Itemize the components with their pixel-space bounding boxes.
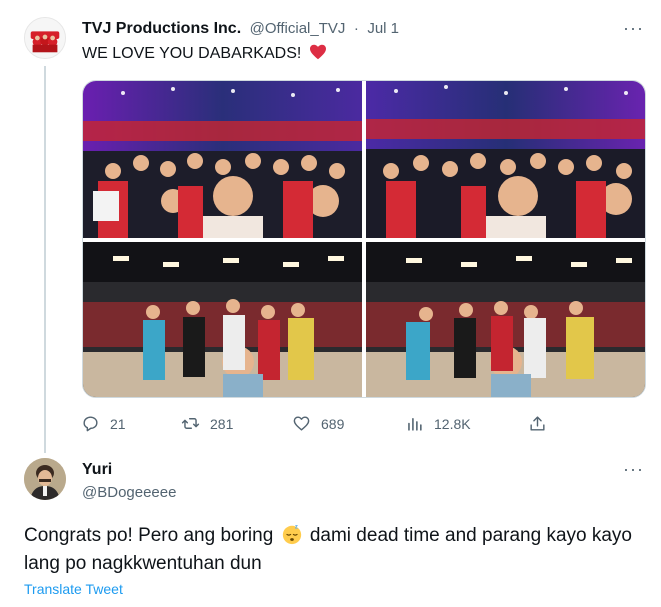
share-icon <box>530 416 545 431</box>
portrait-icon <box>24 458 66 500</box>
author-name[interactable]: TVJ Productions Inc. <box>82 20 241 37</box>
photo-2-image <box>366 81 645 238</box>
views-count: 12.8K <box>434 415 471 432</box>
reply-text: Congrats po! Pero ang boring z dami dead… <box>24 522 644 578</box>
tvj-logo-icon <box>25 18 65 58</box>
tvj-avatar[interactable] <box>24 17 66 59</box>
yuri-avatar[interactable] <box>24 458 66 500</box>
reply-text-start: Congrats po! Pero ang boring <box>24 525 274 546</box>
photo-3-image <box>83 242 362 397</box>
reply-count: 21 <box>110 415 126 432</box>
reply-author-name[interactable]: Yuri <box>82 461 112 479</box>
reply-button[interactable]: 21 <box>81 414 126 433</box>
tweet-header: TVJ Productions Inc. @Official_TVJ · Jul… <box>82 20 399 38</box>
retweet-icon <box>181 418 200 429</box>
share-button[interactable] <box>528 414 557 433</box>
separator: · <box>353 20 359 37</box>
author-handle[interactable]: @Official_TVJ <box>250 20 346 37</box>
like-count: 689 <box>321 415 345 432</box>
more-options-icon[interactable]: ··· <box>623 18 644 39</box>
studio-selfie-photo-4[interactable] <box>366 242 645 397</box>
tweet-media-grid <box>82 80 646 398</box>
views-button[interactable]: 12.8K <box>405 414 471 433</box>
photo-1-image <box>83 81 362 238</box>
group-selfie-photo-2[interactable] <box>366 81 645 238</box>
tweet-text-content: WE LOVE YOU DABARKADS! <box>82 45 302 62</box>
sleeping-face-icon: z <box>282 524 301 545</box>
reply-icon <box>83 416 98 432</box>
like-button[interactable]: 689 <box>292 414 344 433</box>
analytics-icon <box>408 417 422 431</box>
studio-selfie-photo-3[interactable] <box>83 242 362 397</box>
red-heart-icon <box>309 44 326 60</box>
group-selfie-photo-1[interactable] <box>83 81 362 238</box>
thread-line <box>44 66 46 453</box>
photo-4-image <box>366 242 645 397</box>
tweet-date[interactable]: Jul 1 <box>367 20 399 37</box>
tweet-text: WE LOVE YOU DABARKADS! <box>82 44 327 63</box>
reply-more-options-icon[interactable]: ··· <box>623 459 644 480</box>
retweet-button[interactable]: 281 <box>181 414 233 433</box>
svg-text:z: z <box>294 524 297 531</box>
translate-tweet-link[interactable]: Translate Tweet <box>24 581 123 597</box>
retweet-count: 281 <box>210 415 234 432</box>
reply-author-handle[interactable]: @BDogeeeee <box>82 484 176 501</box>
heart-icon <box>293 416 310 431</box>
